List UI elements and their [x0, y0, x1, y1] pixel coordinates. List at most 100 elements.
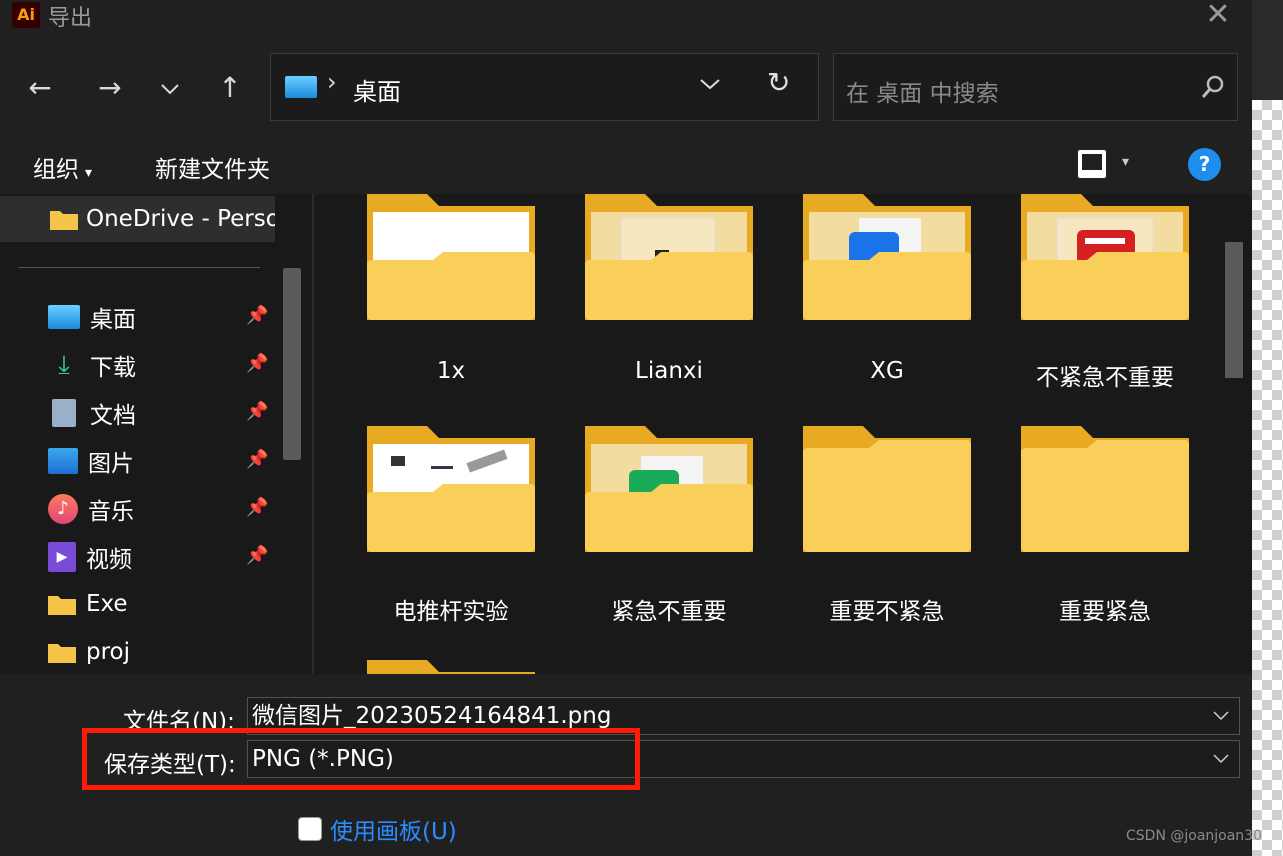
view-options-button[interactable]	[1076, 148, 1108, 180]
sidebar-divider	[18, 267, 260, 268]
up-button[interactable]: ↑	[210, 68, 250, 108]
folder-icon	[48, 596, 76, 615]
download-icon: ⤓	[58, 349, 70, 380]
folder-urgent-not-important[interactable]	[585, 426, 753, 552]
folder-1x[interactable]	[367, 194, 535, 320]
dialog-title: 导出	[48, 6, 93, 31]
search-box[interactable]: 在 桌面 中搜索	[833, 53, 1238, 121]
sidebar-item-label: 下载	[90, 355, 136, 381]
folder-not-urgent-not-important[interactable]	[1021, 194, 1189, 320]
picture-icon	[48, 448, 78, 474]
folder-icon	[803, 426, 971, 552]
folder-label: 1x	[436, 358, 466, 384]
close-button[interactable]: ✕	[1196, 0, 1240, 32]
use-artboards-checkbox[interactable]	[298, 817, 322, 841]
folder-xg[interactable]	[803, 194, 971, 320]
folder-icon	[1021, 426, 1189, 552]
sidebar-item-onedrive[interactable]: OneDrive - Perso	[0, 196, 275, 242]
title-bar	[0, 0, 1252, 36]
view-dropdown-icon[interactable]: ▾	[1122, 154, 1129, 170]
sidebar-item-label: 视频	[86, 547, 132, 573]
folder-label: XG	[870, 358, 904, 384]
back-button[interactable]: ←	[20, 68, 60, 108]
address-dropdown-button[interactable]	[699, 76, 721, 95]
folder-important-not-urgent[interactable]	[803, 426, 971, 552]
folder-label: Lianxi	[635, 358, 703, 384]
folder-icon	[48, 644, 76, 663]
folder-label: 重要紧急	[1059, 599, 1151, 625]
folder-icon	[803, 194, 971, 320]
sidebar-item-downloads[interactable]: ⤓ 下载	[48, 345, 136, 385]
content-scrollbar[interactable]	[1225, 242, 1243, 378]
music-icon: ♪	[48, 494, 78, 524]
sidebar-item-label: 图片	[88, 451, 134, 477]
use-artboards-label[interactable]: 使用画板(U)	[330, 812, 457, 846]
sidebar-item-label: 文档	[90, 403, 136, 429]
sidebar-item-documents[interactable]: 文档	[48, 393, 136, 433]
desktop-icon	[48, 305, 80, 329]
folder-important-urgent[interactable]	[1021, 426, 1189, 552]
folder-icon	[585, 426, 753, 552]
sidebar-item-exe[interactable]: Exe	[48, 584, 128, 624]
sidebar-item-desktop[interactable]: 桌面	[48, 297, 136, 337]
folder-actuator-experiment[interactable]	[367, 426, 535, 552]
sidebar-item-label: proj	[86, 639, 131, 665]
folder-label: 不紧急不重要	[1036, 365, 1174, 391]
sidebar-item-music[interactable]: ♪ 音乐	[48, 489, 134, 529]
pin-icon[interactable]: 📌	[246, 497, 268, 519]
file-list: 1x Lianxi XG 不紧急不重要 电推杆实验 紧急不重要 重要不紧急 重要…	[316, 194, 1252, 674]
sidebar-item-label: 桌面	[90, 307, 136, 333]
sidebar-scrollbar[interactable]	[283, 268, 301, 460]
folder-icon	[50, 211, 78, 230]
pin-icon[interactable]: 📌	[246, 353, 268, 375]
illustrator-logo: Ai	[12, 2, 40, 28]
forward-button[interactable]: →	[90, 68, 130, 108]
folder-label: 电推杆实验	[393, 599, 509, 625]
transparency-canvas	[1252, 0, 1283, 856]
sidebar-item-pictures[interactable]: 图片	[48, 441, 134, 481]
folder-icon	[585, 194, 753, 320]
recent-locations-button[interactable]	[150, 68, 190, 108]
search-icon[interactable]	[1200, 74, 1226, 104]
folder-icon	[367, 194, 535, 320]
chevron-down-icon	[161, 84, 179, 95]
search-placeholder: 在 桌面 中搜索	[846, 81, 999, 107]
pin-icon[interactable]: 📌	[246, 449, 268, 471]
folder-label: 重要不紧急	[829, 599, 945, 625]
organize-label: 组织	[33, 157, 79, 183]
folder-icon	[367, 426, 535, 552]
folder-icon	[1021, 194, 1189, 320]
pin-icon[interactable]: 📌	[246, 545, 268, 567]
dropdown-arrow-icon: ▾	[85, 165, 93, 181]
pin-icon[interactable]: 📌	[246, 305, 268, 327]
sidebar-item-proj[interactable]: proj	[48, 632, 130, 672]
canvas-top	[1252, 0, 1283, 100]
highlight-annotation	[82, 728, 640, 790]
folder-partial[interactable]	[367, 660, 535, 674]
pane-divider[interactable]	[312, 194, 314, 674]
sidebar-item-videos[interactable]: ▶ 视频	[48, 537, 132, 577]
help-icon[interactable]: ?	[1188, 148, 1221, 181]
navigation-pane	[0, 194, 278, 674]
refresh-button[interactable]: ↻	[767, 66, 790, 99]
chevron-down-icon[interactable]	[1213, 754, 1229, 764]
folder-lianxi[interactable]	[585, 194, 753, 320]
watermark: CSDN @joanjoan30	[1126, 828, 1262, 844]
filename-value: 微信图片_20230524164841.png	[252, 703, 612, 729]
organize-menu[interactable]: 组织 ▾	[33, 150, 92, 184]
address-bar[interactable]: › 桌面 ↻	[270, 53, 819, 121]
chevron-down-icon[interactable]	[1213, 711, 1229, 721]
document-icon	[52, 399, 76, 427]
chevron-down-icon	[700, 79, 720, 90]
sidebar-item-label: Exe	[86, 591, 128, 617]
folder-label: 紧急不重要	[611, 599, 727, 625]
desktop-icon	[285, 76, 317, 98]
breadcrumb-desktop[interactable]: 桌面	[353, 72, 401, 107]
pin-icon[interactable]: 📌	[246, 401, 268, 423]
breadcrumb-separator: ›	[327, 68, 337, 96]
sidebar-item-label: OneDrive - Perso	[86, 206, 275, 232]
video-icon: ▶	[48, 542, 76, 572]
new-folder-button[interactable]: 新建文件夹	[155, 150, 270, 184]
sidebar-item-label: 音乐	[88, 499, 134, 525]
folder-icon	[367, 660, 535, 674]
